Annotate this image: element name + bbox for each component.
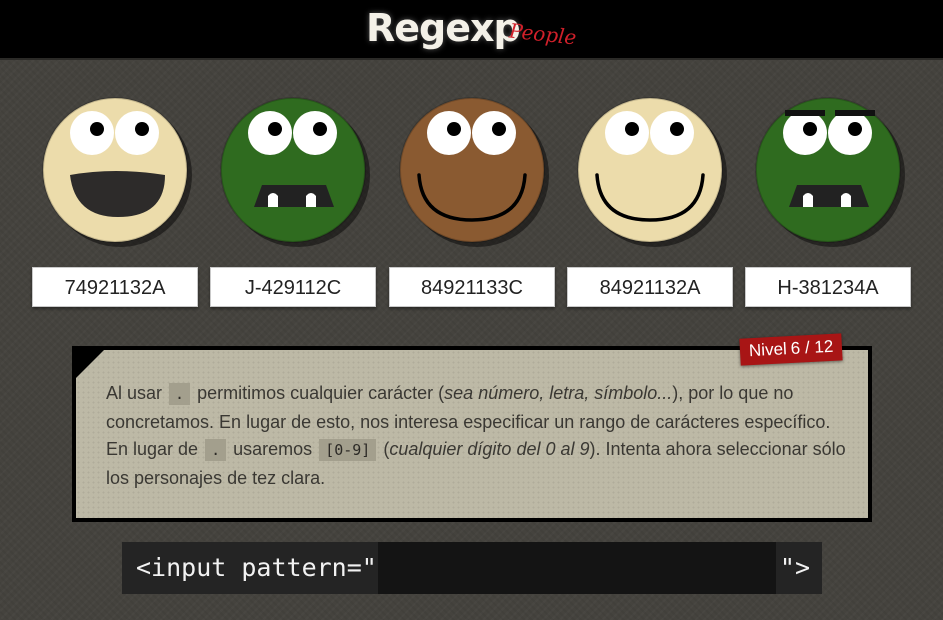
eye-pupil bbox=[447, 122, 461, 136]
character-card[interactable]: 74921132A bbox=[32, 90, 198, 320]
eye-pupil bbox=[268, 122, 282, 136]
logo-text: Regexp bbox=[366, 6, 521, 50]
lesson-emphasis: sea número, letra, símbolo... bbox=[444, 383, 673, 403]
eyebrow bbox=[835, 110, 875, 116]
tooth bbox=[841, 193, 851, 207]
tooth bbox=[268, 193, 278, 207]
eyebrow bbox=[785, 110, 825, 116]
character-id-label: 84921132A bbox=[567, 267, 733, 307]
input-tag-suffix: "> bbox=[779, 553, 810, 582]
eye-pupil bbox=[90, 122, 104, 136]
lesson-emphasis: cualquier dígito del 0 al 9 bbox=[389, 439, 590, 459]
lesson-text-part: permitimos cualquier carácter ( bbox=[197, 383, 445, 403]
lesson-panel: Nivel 6 / 12 Al usar . permitimos cualqui… bbox=[72, 333, 872, 522]
face-avatar[interactable] bbox=[397, 95, 549, 247]
level-label: Nivel bbox=[748, 339, 787, 361]
code-snippet: [0-9] bbox=[319, 439, 377, 461]
tooth bbox=[803, 193, 813, 207]
eye-pupil bbox=[492, 122, 506, 136]
character-card[interactable]: H-381234A bbox=[745, 90, 911, 320]
level-badge: Nivel 6 / 12 bbox=[739, 333, 843, 366]
level-value: 6 / 12 bbox=[789, 336, 834, 359]
eye-pupil bbox=[625, 122, 639, 136]
mouth bbox=[254, 185, 334, 207]
code-snippet: . bbox=[205, 439, 227, 461]
lesson-text: Al usar . permitimos cualquier carácter … bbox=[106, 380, 846, 492]
eye-pupil bbox=[313, 122, 327, 136]
pattern-input[interactable] bbox=[378, 542, 776, 594]
character-id-label: H-381234A bbox=[745, 267, 911, 307]
characters-row: 74921132A J-429112C 84921133C 84921132A … bbox=[0, 90, 943, 320]
mouth bbox=[789, 185, 869, 207]
code-snippet: . bbox=[169, 383, 191, 405]
character-card[interactable]: 84921132A bbox=[567, 90, 733, 320]
eye-pupil bbox=[135, 122, 149, 136]
lesson-text-part: usaremos bbox=[233, 439, 313, 459]
face-avatar[interactable] bbox=[575, 95, 727, 247]
eye-pupil bbox=[803, 122, 817, 136]
eye-pupil bbox=[848, 122, 862, 136]
face-avatar[interactable] bbox=[753, 95, 905, 247]
character-id-label: J-429112C bbox=[210, 267, 376, 307]
face-avatar[interactable] bbox=[40, 95, 192, 247]
panel-corner-decoration bbox=[72, 346, 108, 382]
input-tag-prefix: <input pattern=" bbox=[136, 553, 377, 582]
tooth bbox=[306, 193, 316, 207]
lesson-text-part: Al usar bbox=[106, 383, 163, 403]
character-card[interactable]: 84921133C bbox=[389, 90, 555, 320]
pattern-input-bar: <input pattern=" "> bbox=[122, 542, 822, 594]
character-card[interactable]: J-429112C bbox=[210, 90, 376, 320]
eye-pupil bbox=[670, 122, 684, 136]
character-id-label: 84921133C bbox=[389, 267, 555, 307]
face-avatar[interactable] bbox=[218, 95, 370, 247]
character-id-label: 74921132A bbox=[32, 267, 198, 307]
top-bar: Regexp People bbox=[0, 0, 943, 60]
